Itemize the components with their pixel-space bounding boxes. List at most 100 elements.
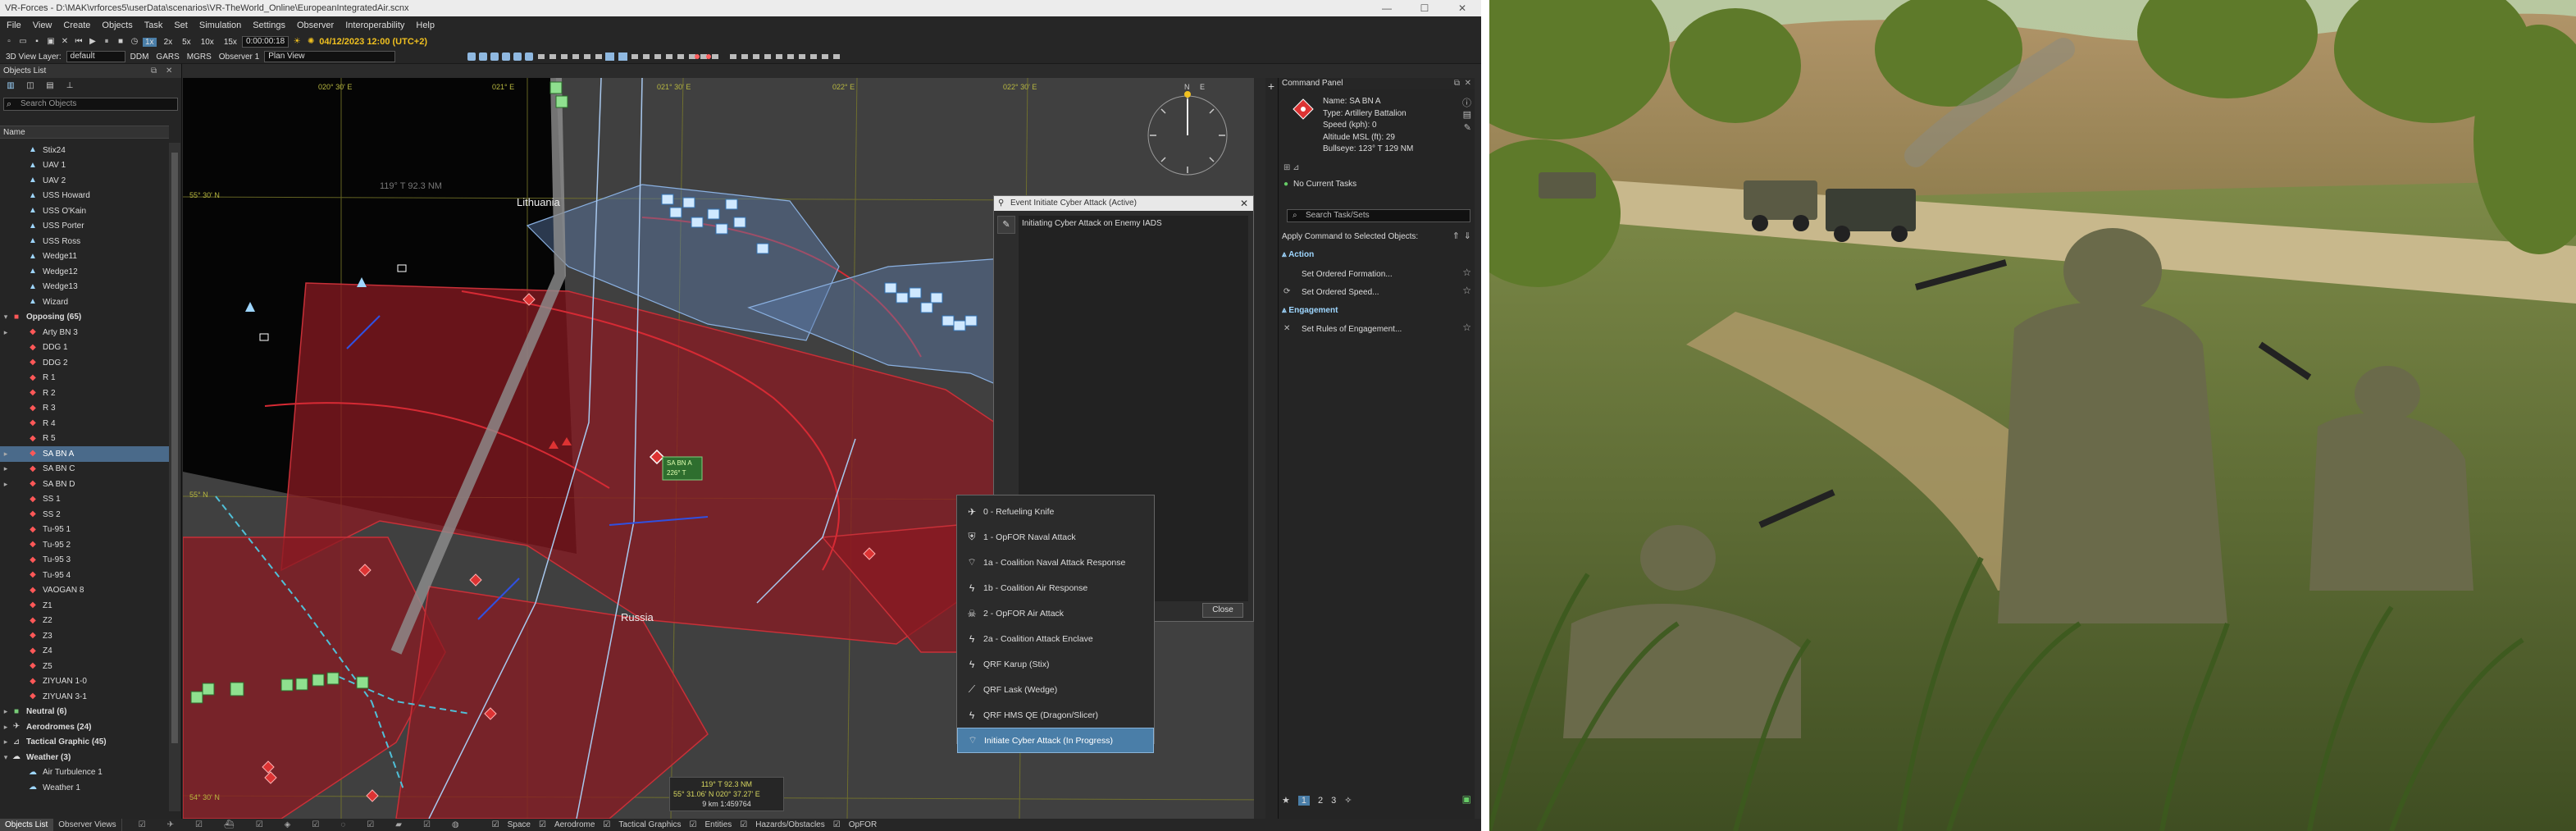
menu-item-event[interactable]: ϟ QRF Karup (Stix) (957, 651, 1154, 677)
list-item[interactable]: ▲ Wedge12 (0, 264, 169, 280)
list-item[interactable]: ▾ ■ Opposing (65) (0, 310, 169, 326)
menu-observer[interactable]: Observer (297, 21, 334, 30)
view-mode-select[interactable]: Plan View (264, 51, 396, 62)
delete-icon[interactable]: ✕ (59, 37, 71, 47)
status-ship-icon[interactable]: ⛴ (224, 820, 235, 829)
status-toggle-3-icon[interactable]: ☑ (256, 820, 263, 829)
menu-simulation[interactable]: Simulation (199, 21, 241, 30)
edit-unit-icon[interactable]: ✎ (1464, 122, 1471, 133)
status-sensor-icon[interactable]: ◍ (452, 820, 459, 829)
list-item[interactable]: ◆ R 2 (0, 386, 169, 401)
minimize-button[interactable]: — (1368, 0, 1406, 16)
expand-toggle-icon[interactable]: ▸ (0, 707, 11, 716)
status-truck-icon[interactable]: ▰ (395, 820, 402, 829)
event-dialog-title-bar[interactable]: ⚲ Event Initiate Cyber Attack (Active) ✕ (994, 196, 1253, 211)
menu-item-event[interactable]: ϟ QRF HMS QE (Dragon/Slicer) (957, 702, 1154, 728)
info-icon[interactable]: ⓘ (1462, 96, 1471, 109)
task-icons[interactable]: ⊞ ⊿ (1283, 163, 1300, 172)
list-item[interactable]: ◆ Tu-95 1 (0, 523, 169, 538)
view-layer-select[interactable]: default (66, 51, 125, 62)
list-item[interactable]: ◆ SS 1 (0, 492, 169, 508)
status-sub-icon[interactable]: ◌ (340, 820, 345, 829)
tab-groups-icon[interactable]: ◫ (25, 81, 36, 91)
list-item[interactable]: ▾ ☁ Weather (3) (0, 750, 169, 765)
list-item[interactable]: ▲ Wedge11 (0, 249, 169, 265)
list-item[interactable]: ▲ USS Ross (0, 234, 169, 249)
filter-checkbox[interactable]: ☑ (690, 820, 697, 829)
list-item[interactable]: ◆ SS 2 (0, 507, 169, 523)
play-icon[interactable]: ▶ (87, 37, 98, 47)
new-file-icon[interactable]: ▫ (3, 37, 15, 47)
menu-create[interactable]: Create (63, 21, 90, 30)
page-1[interactable]: 1 (1297, 795, 1310, 806)
scrollbar-thumb[interactable] (171, 153, 178, 743)
list-item[interactable]: ▲ USS Howard (0, 189, 169, 204)
tab-layers-icon[interactable]: ▤ (44, 81, 56, 91)
float-command-panel-icon[interactable]: ⧉ (1454, 78, 1460, 89)
menu-help[interactable]: Help (416, 21, 435, 30)
event-dialog-close-button[interactable]: Close (1202, 603, 1243, 618)
favorites-star-icon[interactable]: ★ (1282, 795, 1290, 806)
list-item[interactable]: ◆ ZIYUAN 1-0 (0, 674, 169, 690)
speed-10x[interactable]: 10x (198, 38, 217, 47)
close-window-button[interactable]: ✕ (1443, 0, 1481, 16)
speed-5x[interactable]: 5x (180, 38, 194, 47)
menu-interoperability[interactable]: Interoperability (345, 21, 404, 30)
filter-checkbox[interactable]: ☑ (492, 820, 499, 829)
menu-item-event[interactable]: ⛨ 1 - OpFOR Naval Attack (957, 524, 1154, 550)
speed-15x[interactable]: 15x (221, 38, 239, 47)
list-item[interactable]: ▲ UAV 1 (0, 158, 169, 174)
menu-item-event[interactable]: ⌔ 1a - Coalition Naval Attack Response (957, 550, 1154, 575)
open-file-icon[interactable]: ▭ (17, 37, 29, 47)
close-panel-icon[interactable]: ✕ (166, 64, 172, 78)
tab-objects-list[interactable]: Objects List (0, 819, 54, 831)
save-as-icon[interactable]: ▣ (45, 37, 57, 47)
set-ordered-speed[interactable]: Set Ordered Speed... (1302, 288, 1379, 297)
set-ordered-formation[interactable]: Set Ordered Formation... (1302, 270, 1393, 279)
edit-event-icon[interactable]: ✎ (997, 216, 1015, 234)
tab-hierarchy-icon[interactable]: ⊥ (64, 81, 75, 91)
filter-checkbox[interactable]: ☑ (740, 820, 747, 829)
menu-item-event[interactable]: ☠ 2 - OpFOR Air Attack (957, 600, 1154, 626)
favorite-roe-icon[interactable]: ☆ (1462, 322, 1471, 333)
list-item[interactable]: ▲ Wizard (0, 295, 169, 310)
list-item[interactable]: ▲ Wedge13 (0, 280, 169, 295)
expand-toggle-icon[interactable]: ▸ (0, 723, 11, 732)
list-item[interactable]: ▸ ■ Neutral (6) (0, 705, 169, 720)
menu-file[interactable]: File (7, 21, 21, 30)
list-item[interactable]: ▸ ◆ SA BN C (0, 462, 169, 477)
menu-item-event[interactable]: ⌔ Initiate Cyber Attack (In Progress) (957, 728, 1154, 753)
list-item[interactable]: ☁ Air Turbulence 1 (0, 765, 169, 781)
expand-toggle-icon[interactable]: ▸ (0, 737, 11, 747)
name-column-header[interactable]: Name (0, 126, 169, 139)
status-toggle-1-icon[interactable]: ☑ (139, 820, 146, 829)
expand-toggle-icon[interactable]: ▾ (0, 753, 11, 762)
status-toggle-4-icon[interactable]: ☑ (312, 820, 319, 829)
float-panel-icon[interactable]: ⧉ (151, 64, 157, 78)
list-item[interactable]: ▲ USS O'Kain (0, 203, 169, 219)
status-toggle-2-icon[interactable]: ☑ (195, 820, 203, 829)
list-item[interactable]: ▲ UAV 2 (0, 173, 169, 189)
expand-toggle-icon[interactable]: ▸ (0, 328, 11, 337)
status-toggle-5-icon[interactable]: ☑ (367, 820, 374, 829)
menu-settings[interactable]: Settings (253, 21, 285, 30)
list-item[interactable]: ◆ DDG 2 (0, 355, 169, 371)
section-engagement[interactable]: ⩓ Engagement (1282, 306, 1338, 315)
menu-item-event[interactable]: ϟ 1b - Coalition Air Response (957, 575, 1154, 600)
toolbar-icon-strip[interactable] (459, 34, 1017, 64)
menu-set[interactable]: Set (174, 21, 188, 30)
list-item[interactable]: ◆ Z2 (0, 614, 169, 629)
add-panel-icon[interactable]: + (1265, 80, 1277, 92)
favorite-speed-icon[interactable]: ☆ (1462, 285, 1471, 296)
filter-checkbox[interactable]: ☑ (603, 820, 610, 829)
list-item[interactable]: ◆ R 4 (0, 416, 169, 431)
set-rules-of-engagement[interactable]: Set Rules of Engagement... (1302, 325, 1402, 334)
search-tasks-input[interactable]: ⌕ Search Task/Sets (1287, 209, 1470, 222)
filter-checkbox[interactable]: ☑ (539, 820, 546, 829)
stop-icon[interactable]: ■ (115, 37, 126, 47)
list-item[interactable]: ◆ VAOGAN 8 (0, 583, 169, 599)
list-item[interactable]: ◆ Z1 (0, 598, 169, 614)
list-item[interactable]: ◆ DDG 1 (0, 340, 169, 356)
rewind-icon[interactable]: ⏮ (73, 37, 84, 47)
list-item[interactable]: ◆ Z3 (0, 628, 169, 644)
